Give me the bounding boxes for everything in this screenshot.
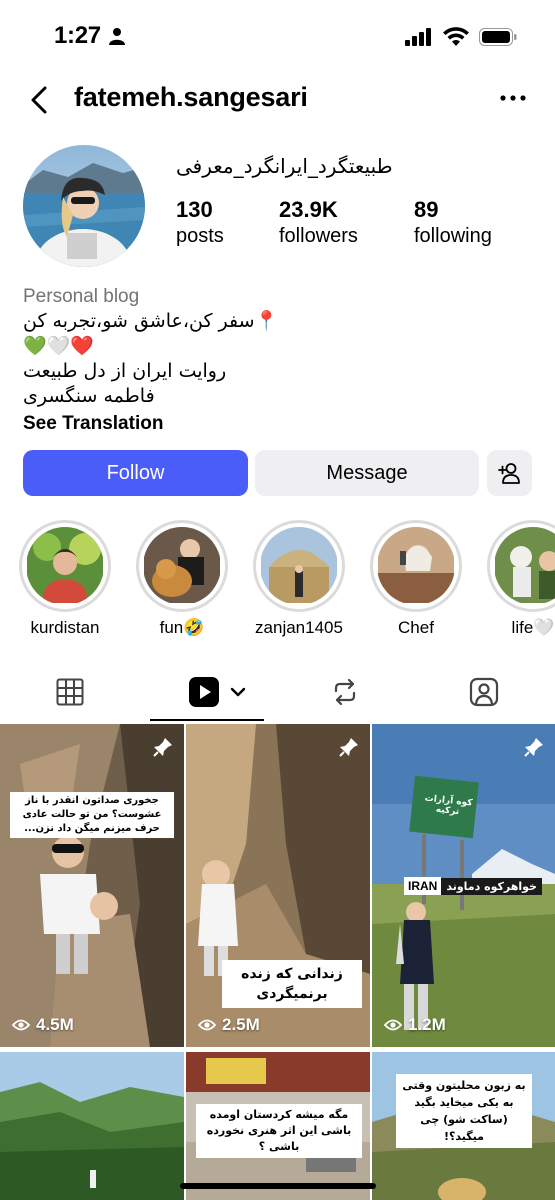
bio-line: فاطمه سنگسری <box>23 385 155 407</box>
highlight-label: kurdistan <box>30 618 100 637</box>
chevron-down-icon <box>230 687 246 697</box>
profile-bio: Personal blog 📍سفر کن،عاشق شو،تجربه کن 💚… <box>23 284 533 437</box>
bio-line: 💚🤍❤️ <box>23 335 94 357</box>
more-options-icon[interactable] <box>497 86 529 110</box>
see-translation-link[interactable]: See Translation <box>23 410 533 437</box>
display-name: طبیعتگرد_ایرانگرد_معرفی <box>176 154 393 178</box>
view-count-value: 2.5M <box>222 1015 260 1034</box>
posts-label: posts <box>176 225 224 247</box>
followers-count: 23.9K <box>279 197 338 222</box>
profile-username: fatemeh.sangesari <box>74 82 308 112</box>
highlight-cover <box>377 527 455 605</box>
view-count: 4.5M <box>12 1015 74 1035</box>
highlight-cover <box>26 527 104 605</box>
following-count: 89 <box>414 197 439 222</box>
story-highlight[interactable]: life🤍 <box>487 520 555 638</box>
story-highlight[interactable]: Chef <box>370 520 462 638</box>
reel-image <box>0 724 184 1047</box>
highlight-label: life🤍 <box>511 618 555 637</box>
posts-stat[interactable]: 130 posts <box>176 197 224 248</box>
person-icon <box>109 28 125 45</box>
view-count: 1.2M <box>384 1015 446 1035</box>
highlight-cover <box>494 527 555 605</box>
eye-icon <box>12 1019 30 1031</box>
followers-label: followers <box>279 225 358 247</box>
bio-line: 📍سفر کن،عاشق شو،تجربه کن <box>23 310 279 332</box>
battery-icon <box>479 27 517 46</box>
highlight-ring <box>370 520 462 612</box>
avatar-photo <box>23 145 145 267</box>
pin-icon <box>524 738 543 757</box>
reel-thumbnail[interactable]: زندانی که زنده برنمیگردی 2.5M <box>186 724 370 1047</box>
status-bar: 1:27 <box>0 0 555 72</box>
suggested-users-button[interactable] <box>487 450 532 496</box>
reel-caption-bar: IRAN خواهرکوه دماوند <box>404 877 542 895</box>
story-highlight[interactable]: zanjan1405 <box>253 520 345 638</box>
tab-reposts[interactable] <box>315 665 375 719</box>
reel-caption: زندانی که زنده برنمیگردی <box>222 960 362 1008</box>
wifi-icon <box>443 27 469 46</box>
posts-count: 130 <box>176 197 213 222</box>
highlight-cover <box>143 527 221 605</box>
story-highlight[interactable]: kurdistan <box>19 520 111 638</box>
tab-reels[interactable] <box>178 665 258 719</box>
pin-icon <box>153 738 172 757</box>
highlight-ring <box>253 520 345 612</box>
view-count-value: 4.5M <box>36 1015 74 1034</box>
view-count: 2.5M <box>198 1015 260 1035</box>
following-label: following <box>414 225 492 247</box>
grid-icon <box>56 678 84 706</box>
reel-image <box>0 1052 184 1200</box>
tagged-person-icon <box>469 677 499 707</box>
reel-thumbnail[interactable]: جخوری صداتون انقدر با ناز عشوست؟ من تو ح… <box>0 724 184 1047</box>
add-person-icon <box>497 463 520 484</box>
back-arrow-icon[interactable] <box>26 84 54 116</box>
reel-thumbnail[interactable] <box>0 1052 184 1200</box>
reel-caption: مگه میشه کردستان اومده باشی این اثر هنری… <box>196 1104 362 1158</box>
view-count-value: 1.2M <box>408 1015 446 1034</box>
profile-header: fatemeh.sangesari <box>0 78 555 122</box>
home-indicator <box>180 1183 376 1189</box>
bio-line: روایت ایران از دل طبیعت <box>23 360 227 382</box>
highlight-ring <box>19 520 111 612</box>
pin-icon <box>339 738 358 757</box>
highlight-ring <box>487 520 555 612</box>
reel-thumbnail[interactable]: مگه میشه کردستان اومده باشی این اثر هنری… <box>186 1052 370 1200</box>
highlight-label: fun🤣 <box>159 618 205 637</box>
reel-caption: خواهرکوه دماوند <box>441 877 542 895</box>
tab-posts[interactable] <box>40 665 100 719</box>
highlight-ring <box>136 520 228 612</box>
followers-stat[interactable]: 23.9K followers <box>279 197 358 248</box>
reel-thumbnail[interactable]: کوه آرارات ترکیه IRAN خواهرکوه دماوند 1.… <box>372 724 555 1047</box>
tab-tagged[interactable] <box>454 665 514 719</box>
eye-icon <box>384 1019 402 1031</box>
story-highlight[interactable]: fun🤣 <box>136 520 228 638</box>
cellular-signal-icon <box>405 27 431 46</box>
highlight-label: Chef <box>398 618 434 637</box>
highlight-cover <box>260 527 338 605</box>
profile-tabs <box>0 665 555 722</box>
reel-caption: به زبون محلیتون وقتی به یکی میخاید بگید … <box>396 1074 532 1148</box>
reels-icon <box>189 677 219 707</box>
status-time: 1:27 <box>54 22 101 49</box>
reel-thumbnail[interactable]: به زبون محلیتون وقتی به یکی میخاید بگید … <box>372 1052 555 1200</box>
profile-avatar[interactable] <box>23 145 145 267</box>
status-indicators <box>405 27 517 46</box>
bio-category: Personal blog <box>23 286 140 307</box>
highlight-label: zanjan1405 <box>255 618 343 637</box>
reel-caption-tag: IRAN <box>404 877 442 895</box>
active-tab-indicator <box>150 719 264 721</box>
following-stat[interactable]: 89 following <box>414 197 492 248</box>
eye-icon <box>198 1019 216 1031</box>
repost-icon <box>334 678 356 706</box>
message-button[interactable]: Message <box>255 450 479 496</box>
follow-button[interactable]: Follow <box>23 450 248 496</box>
reel-caption: جخوری صداتون انقدر با ناز عشوست؟ من تو ح… <box>10 792 174 838</box>
